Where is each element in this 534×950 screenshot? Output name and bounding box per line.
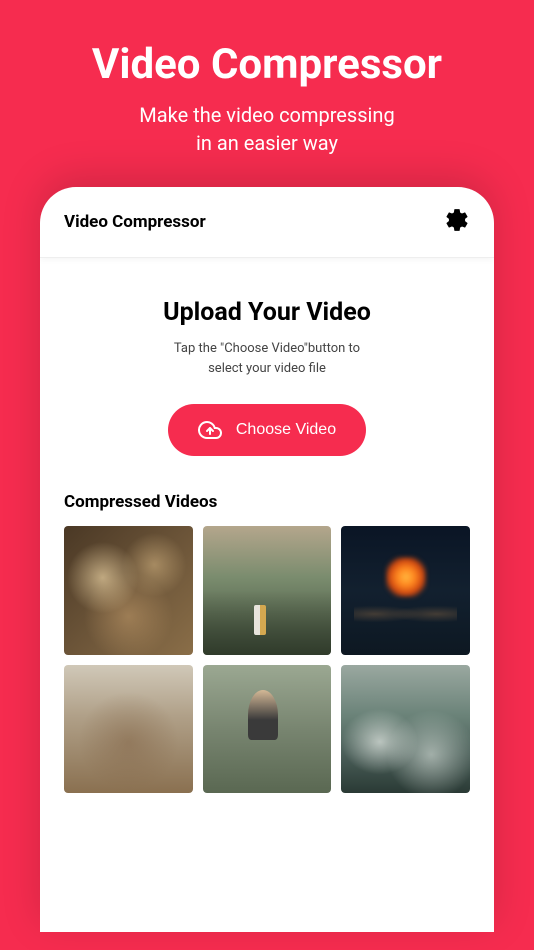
- video-thumbnail[interactable]: [341, 526, 470, 655]
- upload-desc-line1: Tap the "Choose Video"button to: [174, 341, 360, 356]
- compressed-section: Compressed Videos: [40, 492, 494, 793]
- app-title: Video Compressor: [64, 212, 206, 232]
- upload-title: Upload Your Video: [64, 298, 470, 327]
- hero-subtitle-line2: in an easier way: [196, 131, 338, 155]
- choose-video-button[interactable]: Choose Video: [168, 404, 366, 456]
- hero-section: Video Compressor Make the video compress…: [0, 0, 534, 187]
- hero-subtitle-line1: Make the video compressing: [139, 103, 394, 127]
- gear-icon: [444, 207, 470, 233]
- app-header: Video Compressor: [40, 187, 494, 258]
- compressed-section-title: Compressed Videos: [64, 492, 470, 512]
- phone-frame: Video Compressor Upload Your Video Tap t…: [40, 187, 494, 932]
- upload-desc-line2: select your video file: [208, 361, 326, 376]
- video-grid: [64, 526, 470, 793]
- hero-subtitle: Make the video compressing in an easier …: [20, 101, 514, 157]
- video-thumbnail[interactable]: [203, 526, 332, 655]
- video-thumbnail[interactable]: [64, 665, 193, 794]
- upload-description: Tap the "Choose Video"button to select y…: [64, 339, 470, 378]
- cloud-upload-icon: [198, 418, 222, 442]
- upload-section: Upload Your Video Tap the "Choose Video"…: [40, 258, 494, 492]
- hero-title: Video Compressor: [20, 40, 514, 89]
- video-thumbnail[interactable]: [64, 526, 193, 655]
- video-thumbnail[interactable]: [341, 665, 470, 794]
- video-thumbnail[interactable]: [203, 665, 332, 794]
- choose-video-label: Choose Video: [236, 421, 336, 439]
- settings-button[interactable]: [444, 207, 470, 237]
